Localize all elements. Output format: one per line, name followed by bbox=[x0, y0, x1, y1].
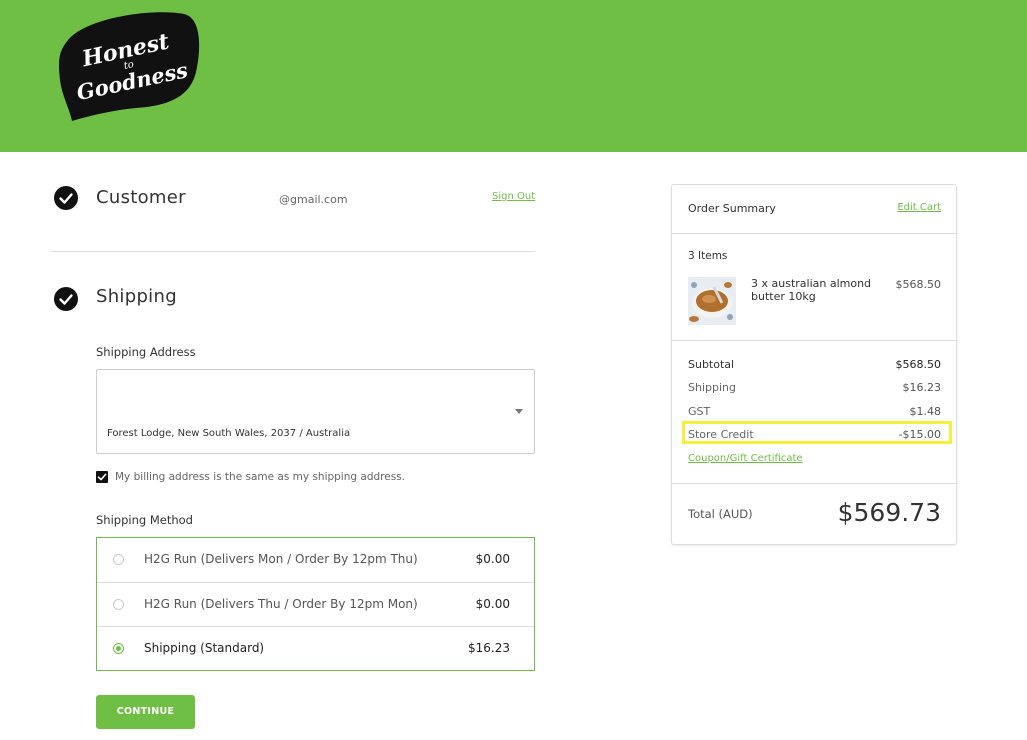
continue-button[interactable]: CONTINUE bbox=[96, 695, 195, 729]
store-credit-value: -$15.00 bbox=[898, 428, 941, 441]
summary-divider bbox=[672, 340, 956, 341]
shipping-method-list: H2G Run (Delivers Mon / Order By 12pm Th… bbox=[96, 537, 535, 671]
shipping-step-title: Shipping bbox=[96, 286, 177, 307]
coupon-gift-certificate-link[interactable]: Coupon/Gift Certificate bbox=[688, 453, 803, 464]
product-thumbnail bbox=[688, 277, 736, 325]
total-value: $569.73 bbox=[837, 498, 941, 527]
items-count: 3 Items bbox=[688, 250, 728, 262]
radio-button[interactable] bbox=[113, 554, 124, 565]
caret-down-icon bbox=[515, 409, 523, 414]
shipping-address-value: Forest Lodge, New South Wales, 2037 / Au… bbox=[107, 428, 351, 439]
shipping-method-label: Shipping Method bbox=[96, 513, 193, 527]
shipping-method-option[interactable]: H2G Run (Delivers Thu / Order By 12pm Mo… bbox=[97, 582, 534, 627]
shipping-method-name: Shipping (Standard) bbox=[144, 641, 265, 655]
order-summary-title: Order Summary bbox=[688, 202, 776, 215]
customer-step-title: Customer bbox=[96, 187, 186, 208]
line-item-name: 3 x australian almond butter 10kg bbox=[751, 277, 872, 303]
summary-divider bbox=[672, 233, 956, 234]
subtotal-value: $568.50 bbox=[895, 358, 942, 371]
shipping-method-option[interactable]: H2G Run (Delivers Mon / Order By 12pm Th… bbox=[97, 538, 534, 582]
shipping-address-label: Shipping Address bbox=[96, 345, 196, 359]
shipping-method-price: $0.00 bbox=[475, 597, 510, 611]
section-divider bbox=[51, 251, 535, 252]
site-header: Honest to Goodness bbox=[0, 0, 1027, 152]
gst-value: $1.48 bbox=[909, 405, 942, 418]
line-item-price: $568.50 bbox=[895, 278, 942, 291]
shipping-cost-value: $16.23 bbox=[902, 381, 942, 394]
shipping-method-option-selected[interactable]: Shipping (Standard) $16.23 bbox=[97, 626, 534, 671]
sign-out-link[interactable]: Sign Out bbox=[492, 191, 535, 202]
shipping-complete-check-icon bbox=[54, 287, 78, 311]
store-credit-label: Store Credit bbox=[688, 428, 754, 441]
shipping-method-name: H2G Run (Delivers Mon / Order By 12pm Th… bbox=[144, 552, 418, 566]
brand-logo[interactable]: Honest to Goodness bbox=[56, 10, 202, 122]
edit-cart-link[interactable]: Edit Cart bbox=[897, 202, 941, 213]
total-label: Total (AUD) bbox=[688, 507, 753, 521]
gst-label: GST bbox=[688, 405, 711, 418]
billing-same-label: My billing address is the same as my shi… bbox=[115, 471, 405, 483]
shipping-method-name: H2G Run (Delivers Thu / Order By 12pm Mo… bbox=[144, 597, 418, 611]
radio-button[interactable] bbox=[113, 599, 124, 610]
billing-same-checkbox[interactable] bbox=[96, 471, 108, 483]
shipping-method-price: $16.23 bbox=[468, 641, 510, 655]
order-summary-panel: Order Summary Edit Cart 3 Items 3 x aust… bbox=[671, 184, 957, 545]
customer-complete-check-icon bbox=[54, 186, 78, 210]
shipping-cost-label: Shipping bbox=[688, 381, 736, 394]
shipping-address-select[interactable]: Forest Lodge, New South Wales, 2037 / Au… bbox=[96, 369, 535, 454]
subtotal-label: Subtotal bbox=[688, 358, 735, 371]
summary-divider bbox=[672, 483, 956, 484]
customer-email: @gmail.com bbox=[279, 193, 348, 206]
radio-button-selected[interactable] bbox=[113, 643, 124, 654]
shipping-method-price: $0.00 bbox=[475, 552, 510, 566]
